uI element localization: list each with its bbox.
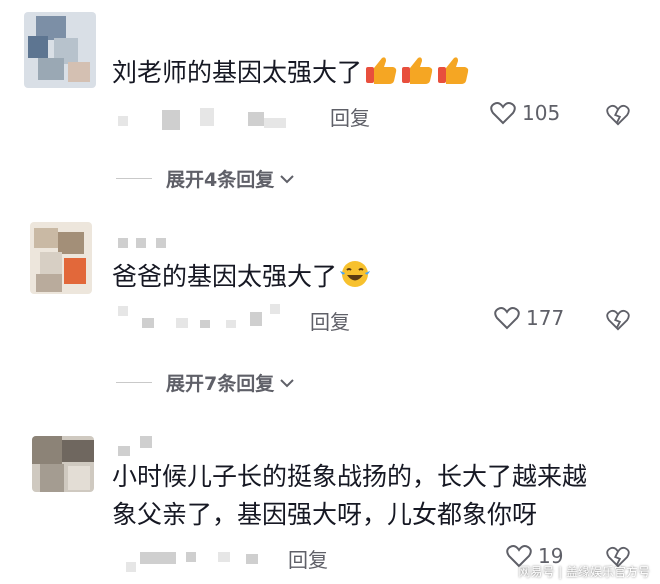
dislike-button[interactable]	[606, 309, 630, 335]
reply-button[interactable]: 回复	[288, 544, 328, 573]
redacted-meta	[118, 116, 128, 126]
like-button[interactable]: 105	[490, 101, 560, 125]
watermark: 网易号 | 盖缘娱乐官方号	[518, 565, 650, 579]
expand-label: 展开7条回复	[166, 373, 275, 395]
redacted-meta	[162, 110, 180, 130]
heart-icon	[494, 307, 520, 330]
comment-text-line: 小时候儿子长的挺象战扬的，长大了越来越	[112, 462, 588, 491]
reply-button[interactable]: 回复	[330, 102, 370, 131]
redacted-meta	[140, 552, 176, 564]
comment-text-line: 象父亲了，基因强大呀，儿女都象你呀	[112, 500, 538, 529]
redacted-meta	[246, 554, 258, 564]
redacted-meta	[200, 320, 210, 328]
redacted-username	[118, 446, 130, 456]
like-count: 177	[526, 306, 565, 330]
expand-label: 展开4条回复	[166, 169, 275, 191]
redacted-meta	[118, 306, 128, 316]
redacted-meta	[200, 108, 214, 126]
redacted-meta	[218, 552, 230, 562]
thumbs-up-icon	[364, 55, 398, 96]
redacted-username	[140, 436, 152, 448]
reply-button[interactable]: 回复	[310, 306, 350, 335]
chevron-down-icon	[280, 378, 294, 387]
broken-heart-icon	[606, 309, 630, 331]
redacted-meta	[250, 312, 262, 326]
redacted-meta	[248, 112, 264, 126]
expand-replies[interactable]: 展开7条回复	[116, 369, 296, 396]
thumbs-up-icon	[400, 55, 434, 96]
comment-text: 刘老师的基因太强大了	[112, 54, 470, 96]
avatar[interactable]	[32, 436, 94, 492]
redacted-meta	[186, 552, 196, 562]
expand-replies[interactable]: 展开4条回复	[116, 165, 296, 192]
avatar[interactable]	[24, 12, 96, 88]
comment-text-content: 爸爸的基因太强大了	[112, 262, 338, 291]
comment-text: 爸爸的基因太强大了	[112, 258, 371, 300]
like-button[interactable]: 177	[494, 306, 564, 330]
redacted-username	[118, 238, 128, 248]
dislike-button[interactable]	[606, 104, 630, 130]
heart-icon	[490, 102, 516, 125]
redacted-meta	[226, 320, 236, 328]
laughing-tears-icon	[339, 259, 371, 300]
redacted-username	[156, 238, 166, 248]
avatar[interactable]	[30, 222, 92, 294]
thumbs-up-icon	[436, 55, 470, 96]
redacted-meta	[126, 562, 136, 572]
redacted-meta	[270, 304, 280, 314]
divider	[116, 178, 152, 179]
comment-text-content: 刘老师的基因太强大了	[112, 58, 363, 87]
chevron-down-icon	[280, 174, 294, 183]
redacted-meta	[176, 318, 188, 328]
broken-heart-icon	[606, 104, 630, 126]
redacted-username	[136, 238, 146, 248]
divider	[116, 382, 152, 383]
redacted-meta	[142, 318, 154, 328]
like-count: 105	[522, 101, 561, 125]
redacted-meta	[264, 118, 286, 128]
